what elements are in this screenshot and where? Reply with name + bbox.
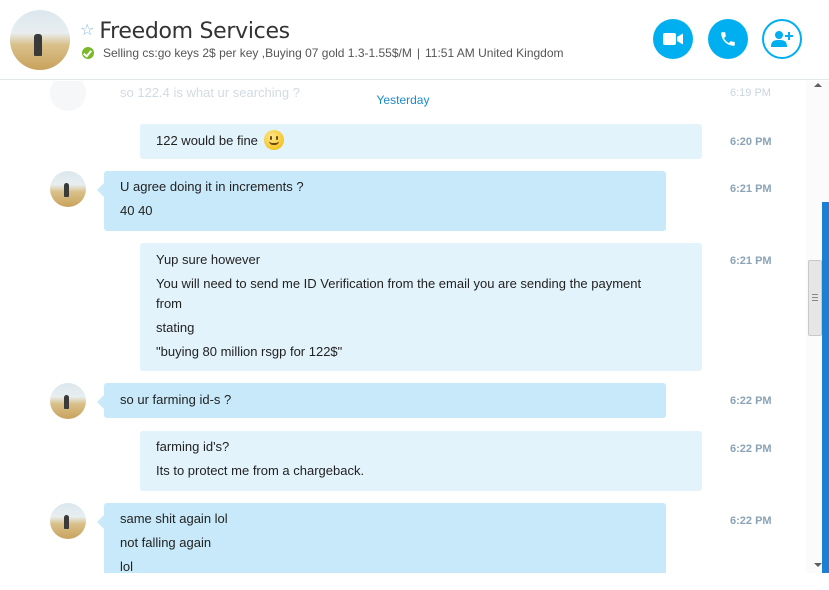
message-bubble-incoming[interactable]: same shit again lol not falling again lo… bbox=[97, 503, 666, 573]
message-timestamp: 6:21 PM bbox=[730, 255, 772, 267]
message-text: 40 40 bbox=[120, 203, 153, 218]
message-text: Yup sure however bbox=[156, 252, 261, 267]
message-bubble-incoming[interactable]: U agree doing it in increments ? 40 40 bbox=[97, 171, 666, 231]
title-row: ☆ Freedom Services bbox=[80, 17, 290, 45]
chat-window: ☆ Freedom Services Selling cs:go keys 2$… bbox=[0, 0, 829, 590]
message-text: "buying 80 million rsgp for 122$" bbox=[156, 344, 343, 359]
sender-avatar[interactable] bbox=[50, 383, 86, 419]
message-timestamp: 6:20 PM bbox=[730, 136, 772, 148]
message-text: so ur farming id-s ? bbox=[120, 392, 232, 407]
status-separator: | bbox=[416, 46, 420, 60]
message-history[interactable]: so 122.4 is what ur searching ? 6:19 PM … bbox=[0, 81, 806, 573]
smile-emoji-icon bbox=[263, 130, 284, 151]
favorite-star-icon[interactable]: ☆ bbox=[80, 23, 94, 39]
message-bubble-outgoing[interactable]: 122 would be fine bbox=[140, 124, 702, 159]
message-text: You will need to send me ID Verification… bbox=[156, 276, 642, 291]
add-people-icon bbox=[771, 31, 793, 47]
online-status-icon bbox=[82, 47, 94, 59]
message-text: stating bbox=[156, 320, 195, 335]
sender-avatar[interactable] bbox=[50, 171, 86, 207]
sender-avatar[interactable] bbox=[50, 503, 86, 539]
message-timestamp: 6:22 PM bbox=[730, 443, 772, 455]
compose-area-edge bbox=[0, 573, 829, 590]
message-text: 122 would be fine bbox=[156, 133, 258, 148]
status-row: Selling cs:go keys 2$ per key ,Buying 07… bbox=[82, 46, 564, 60]
contact-name[interactable]: Freedom Services bbox=[99, 19, 290, 44]
window-edge-strip bbox=[822, 202, 829, 573]
mood-message: Selling cs:go keys 2$ per key ,Buying 07… bbox=[103, 46, 412, 60]
message-timestamp: 6:22 PM bbox=[730, 515, 772, 527]
video-call-button[interactable] bbox=[653, 19, 693, 59]
audio-call-icon bbox=[721, 32, 735, 46]
message-text: farming id's? bbox=[156, 439, 230, 454]
message-bubble-outgoing[interactable]: farming id's? Its to protect me from a c… bbox=[140, 431, 702, 491]
message-timestamp: 6:22 PM bbox=[730, 395, 772, 407]
message-timestamp: 6:21 PM bbox=[730, 183, 772, 195]
scroll-up-arrow-icon[interactable] bbox=[814, 83, 822, 87]
conversation-header: ☆ Freedom Services Selling cs:go keys 2$… bbox=[0, 0, 829, 80]
message-text: U agree doing it in increments ? bbox=[120, 179, 304, 194]
scrollbar-thumb[interactable] bbox=[808, 260, 822, 336]
local-time: 11:51 AM United Kingdom bbox=[424, 46, 564, 60]
scroll-down-arrow-icon[interactable] bbox=[814, 563, 822, 567]
message-bubble-outgoing[interactable]: Yup sure however You will need to send m… bbox=[140, 243, 702, 371]
add-people-button[interactable] bbox=[762, 19, 802, 59]
day-separator: Yesterday bbox=[376, 93, 430, 107]
contact-avatar[interactable] bbox=[10, 10, 70, 70]
message-bubble-incoming[interactable]: so ur farming id-s ? bbox=[97, 383, 666, 418]
audio-call-button[interactable] bbox=[708, 19, 748, 59]
video-call-icon bbox=[663, 33, 683, 45]
message-text: lol bbox=[120, 559, 134, 573]
message-text: same shit again lol bbox=[120, 511, 228, 526]
message-text: Its to protect me from a chargeback. bbox=[156, 463, 365, 478]
message-text: not falling again bbox=[120, 535, 212, 550]
